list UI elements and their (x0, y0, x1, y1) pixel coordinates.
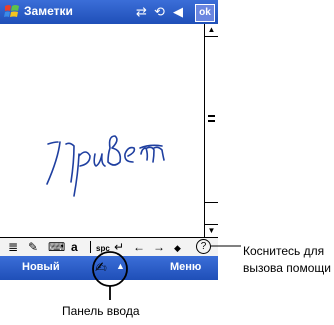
help-callout-line-2: вызова помощи (243, 261, 331, 275)
help-callout-label: Коснитесь для вызова помощи (243, 243, 334, 277)
input-panel-highlight-circle (92, 251, 128, 287)
help-callout-line-1: Коснитесь для (243, 244, 325, 258)
input-panel-callout-label: Панель ввода (62, 304, 140, 318)
